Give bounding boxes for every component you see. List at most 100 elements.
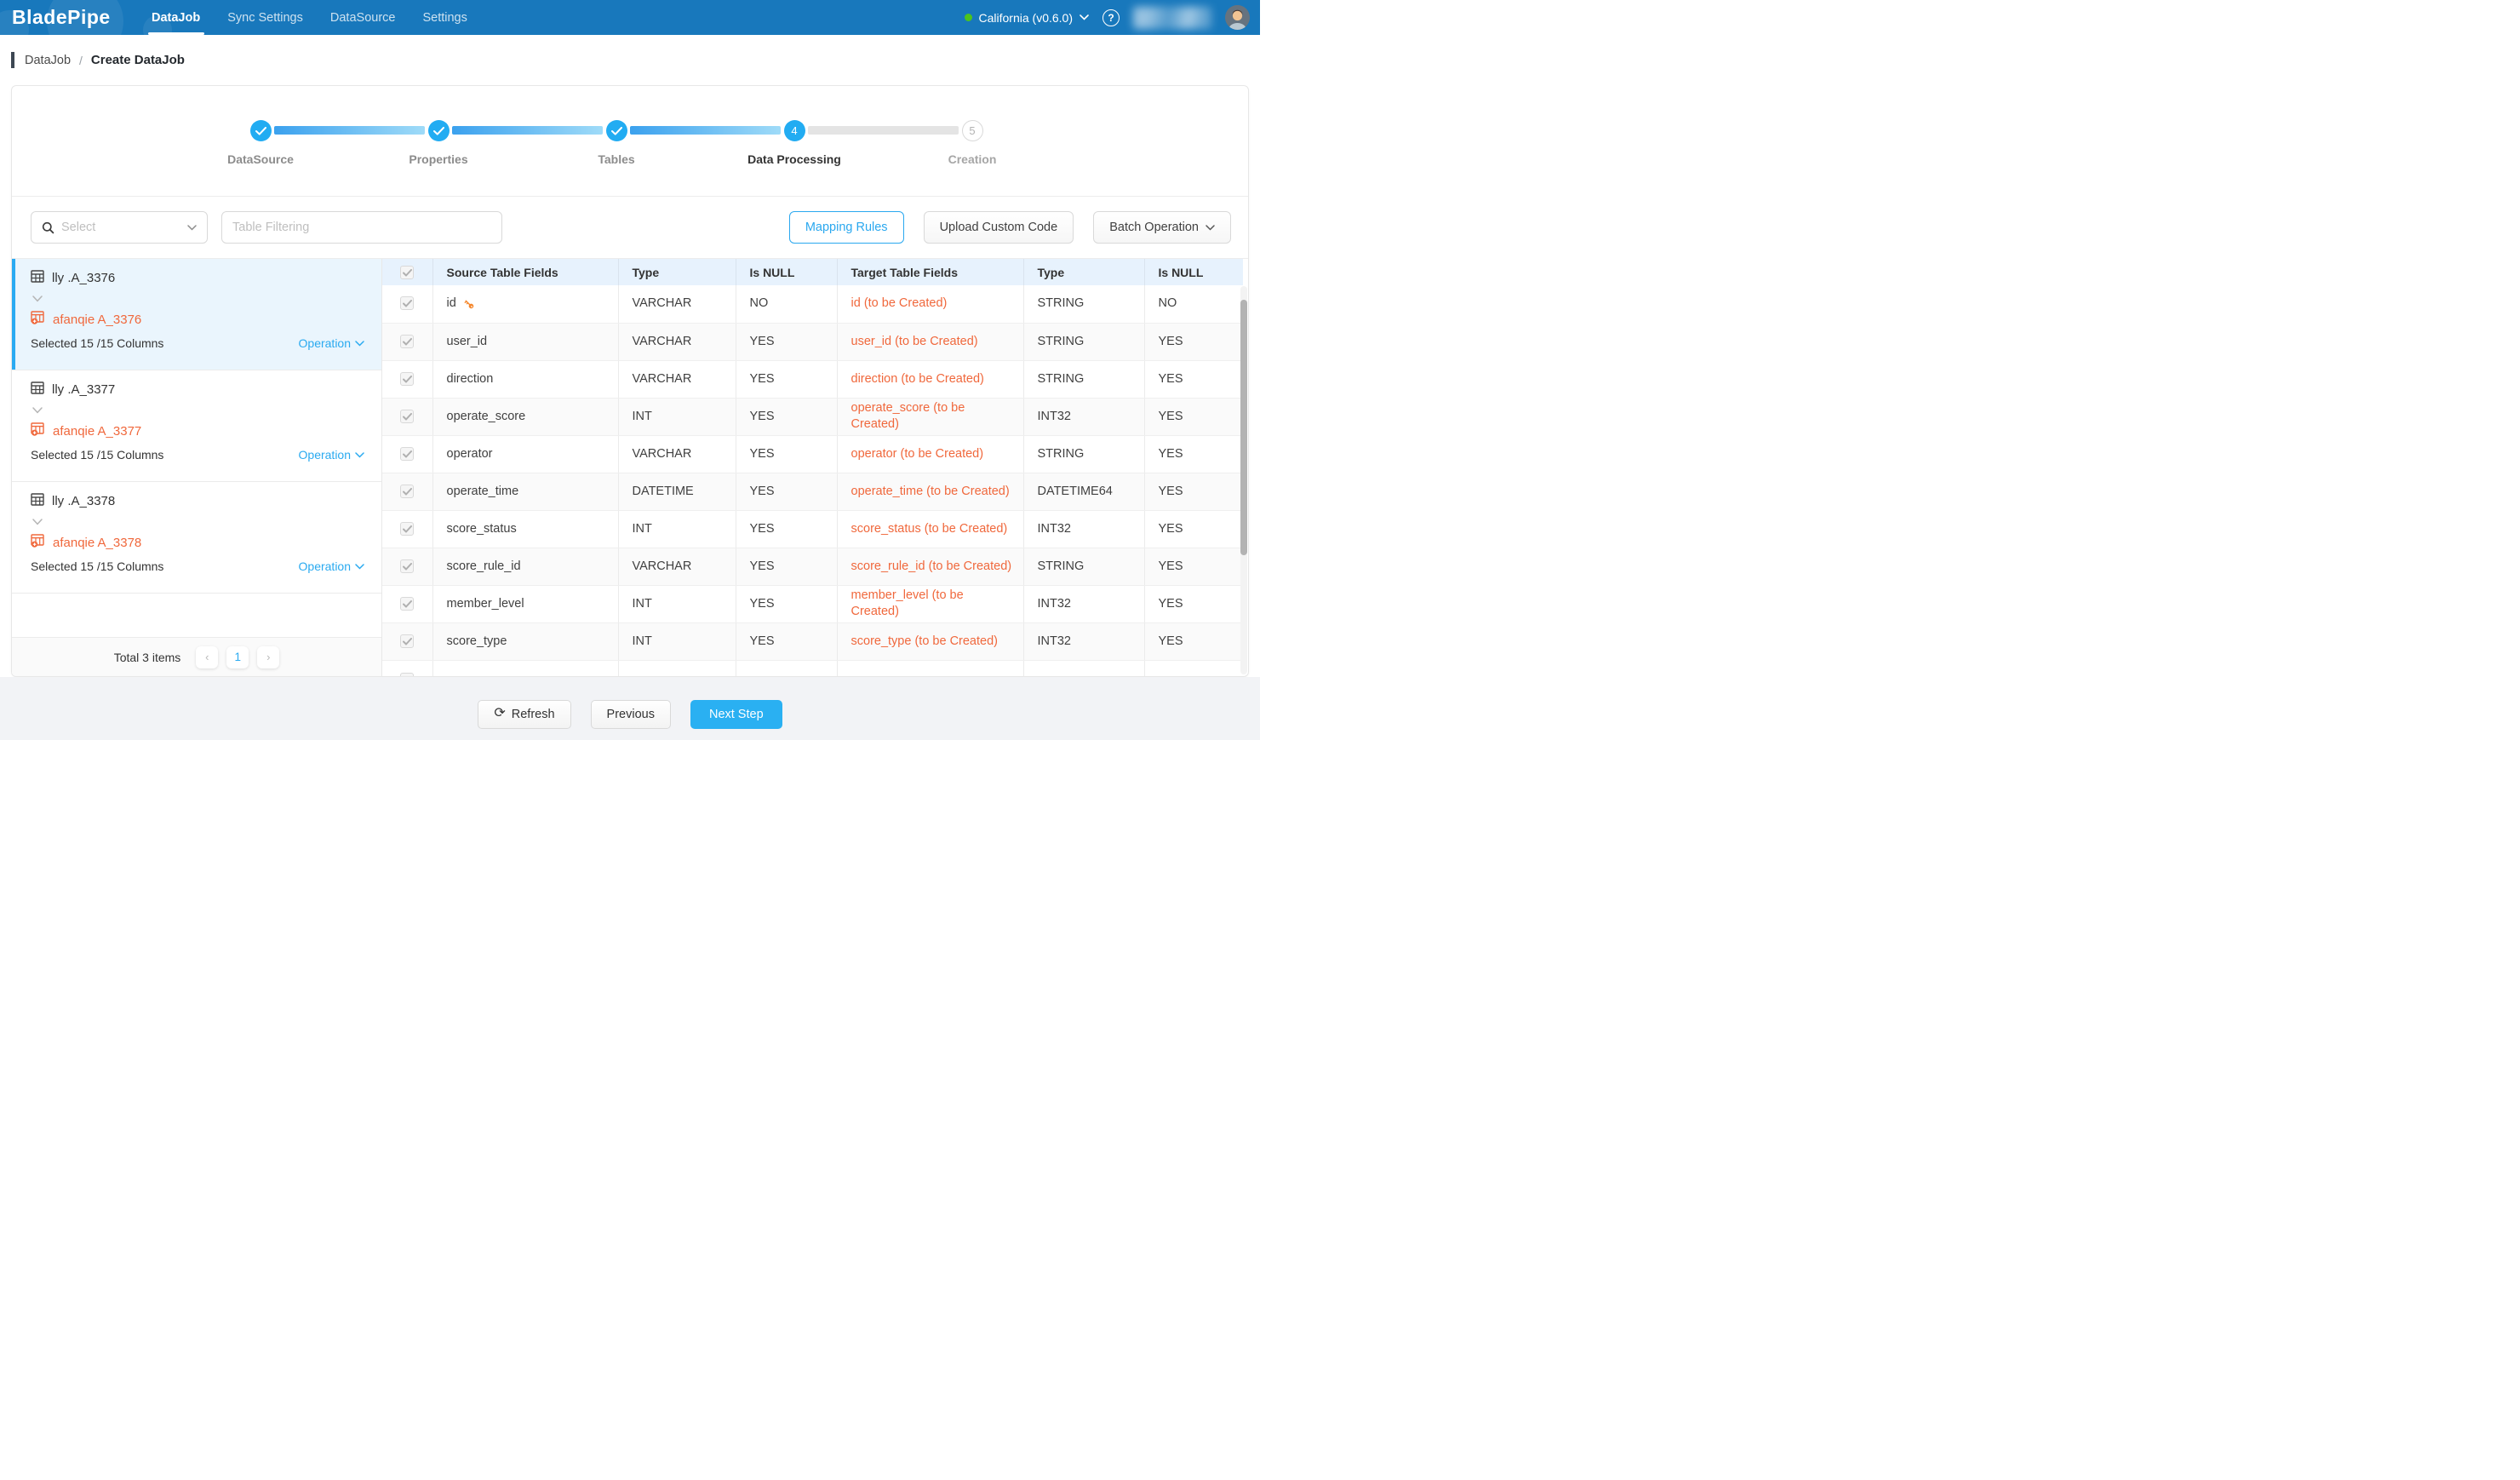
- select-dropdown[interactable]: Select: [31, 211, 208, 244]
- tab-sync-settings[interactable]: Sync Settings: [227, 0, 303, 35]
- mapping-direction: [32, 514, 364, 530]
- nav-tabs: DataJob Sync Settings DataSource Settings: [152, 0, 467, 35]
- row-checkbox[interactable]: [400, 673, 414, 677]
- avatar[interactable]: [1225, 5, 1250, 30]
- selected-columns-label: Selected 15 /15 Columns: [31, 559, 163, 573]
- row-checkbox[interactable]: [400, 372, 414, 386]
- source-field-cell: score_status: [432, 510, 618, 548]
- batch-operation-button[interactable]: Batch Operation: [1093, 211, 1231, 244]
- source-table-name: lly .A_3377: [52, 382, 115, 397]
- row-checkbox[interactable]: [400, 559, 414, 573]
- row-checkbox[interactable]: [400, 522, 414, 536]
- previous-button[interactable]: Previous: [591, 700, 671, 729]
- field-row-direction: directionVARCHARYESdirection (to be Crea…: [382, 360, 1243, 398]
- help-icon[interactable]: ?: [1102, 9, 1120, 26]
- row-checkbox[interactable]: [400, 485, 414, 498]
- select-all-checkbox[interactable]: [400, 266, 414, 279]
- source-is-null-cell: YES: [736, 548, 837, 585]
- source-type-cell: VARCHAR: [618, 360, 736, 398]
- username-blurred: [1133, 7, 1211, 29]
- target-table-create-icon: [31, 422, 45, 436]
- row-checkbox[interactable]: [400, 634, 414, 648]
- tab-datasource[interactable]: DataSource: [330, 0, 396, 35]
- table-filtering-input[interactable]: [221, 211, 502, 244]
- target-table-name: afanqie A_3378: [53, 536, 141, 550]
- breadcrumb-datajob[interactable]: DataJob: [25, 54, 71, 67]
- footer-actions: ⟳ Refresh Previous Next Step: [0, 677, 1260, 740]
- target-type-cell: DATETIME64: [1023, 473, 1144, 510]
- step-label-datasource: DataSource: [171, 152, 350, 166]
- toolbar: Select Mapping Rules Upload Custom Code …: [12, 197, 1248, 259]
- chevron-down-icon: [355, 564, 364, 570]
- target-is-null-cell: YES: [1144, 435, 1243, 473]
- source-field-cell: id: [432, 285, 618, 323]
- target-is-null-cell: YES: [1144, 323, 1243, 360]
- field-mapping-table-area: Source Table Fields Type Is NULL Target …: [382, 259, 1248, 676]
- chevron-down-icon: [1206, 225, 1215, 231]
- operation-dropdown[interactable]: Operation: [299, 559, 364, 573]
- row-checkbox[interactable]: [400, 410, 414, 423]
- target-field-cell: score_rule_id (to be Created): [837, 548, 1023, 585]
- next-step-button[interactable]: Next Step: [690, 700, 782, 729]
- field-row-score_status: score_statusINTYESscore_status (to be Cr…: [382, 510, 1243, 548]
- content-area: lly .A_3376afanqie A_3376Selected 15 /15…: [12, 259, 1248, 676]
- pagination-page-1[interactable]: 1: [226, 646, 249, 668]
- source-is-null-cell: NO: [736, 285, 837, 323]
- row-checkbox[interactable]: [400, 597, 414, 611]
- source-type-cell: DATETIME: [618, 473, 736, 510]
- source-is-null-cell: YES: [736, 510, 837, 548]
- tab-settings[interactable]: Settings: [422, 0, 467, 35]
- mapping-rules-button[interactable]: Mapping Rules: [789, 211, 904, 244]
- table-card-3377[interactable]: lly .A_3377afanqie A_3377 Selected 15 /15…: [12, 370, 381, 482]
- source-table-icon-wrap: [31, 381, 44, 398]
- status-dot: [965, 14, 972, 21]
- target-field-cell: score_status (to be Created): [837, 510, 1023, 548]
- step-label-properties: Properties: [349, 152, 528, 166]
- source-field-cell: member_level: [432, 585, 618, 622]
- step-circle-data-processing: 4: [784, 120, 805, 141]
- selected-columns-label: Selected 15 /15 Columns: [31, 448, 163, 462]
- table-scrollbar[interactable]: [1240, 286, 1247, 674]
- source-table-icon: [31, 493, 44, 506]
- checkbox-cell: [382, 548, 432, 585]
- table-card-3378[interactable]: lly .A_3378afanqie A_3378 Selected 15 /15…: [12, 482, 381, 594]
- field-row-score_type: score_typeINTYESscore_type (to be Create…: [382, 622, 1243, 660]
- pagination-prev-button[interactable]: ‹: [196, 646, 218, 668]
- target-type-cell: INT32: [1023, 510, 1144, 548]
- header-source-type: Type: [618, 259, 736, 285]
- pagination-next-button[interactable]: ›: [257, 646, 279, 668]
- target-table-name: afanqie A_3377: [53, 424, 141, 439]
- checkbox-cell: [382, 323, 432, 360]
- upload-custom-code-button[interactable]: Upload Custom Code: [924, 211, 1074, 244]
- batch-operation-label: Batch Operation: [1109, 221, 1199, 234]
- environment-selector[interactable]: California (v0.6.0): [965, 11, 1090, 25]
- source-table-name: lly .A_3378: [52, 494, 115, 508]
- row-checkbox[interactable]: [400, 335, 414, 348]
- chevron-down-icon: [355, 452, 364, 458]
- table-header-row: Source Table Fields Type Is NULL Target …: [382, 259, 1243, 285]
- operation-dropdown[interactable]: Operation: [299, 448, 364, 462]
- source-is-null-cell: YES: [736, 435, 837, 473]
- row-checkbox[interactable]: [400, 447, 414, 461]
- target-field-cell: score_type (to be Created): [837, 622, 1023, 660]
- checkbox-cell: [382, 622, 432, 660]
- source-field-name: operate_score: [447, 409, 526, 425]
- target-table-icon-wrap: [31, 534, 45, 551]
- source-table-icon: [31, 270, 44, 283]
- scrollbar-thumb[interactable]: [1240, 300, 1247, 555]
- refresh-button[interactable]: ⟳ Refresh: [478, 700, 570, 729]
- source-field-name: operator: [447, 446, 493, 462]
- operation-label: Operation: [299, 336, 351, 350]
- tab-datajob[interactable]: DataJob: [152, 0, 200, 35]
- operation-dropdown[interactable]: Operation: [299, 336, 364, 350]
- checkbox-cell: [382, 285, 432, 323]
- checkbox-cell: [382, 660, 432, 676]
- table-card-3376[interactable]: lly .A_3376afanqie A_3376Selected 15 /15…: [12, 259, 381, 370]
- chevron-down-icon: [32, 519, 43, 525]
- source-field-name: member_level: [447, 596, 524, 612]
- row-checkbox[interactable]: [400, 296, 414, 310]
- field-mapping-table: Source Table Fields Type Is NULL Target …: [382, 259, 1243, 676]
- source-field-cell: operate_time: [432, 473, 618, 510]
- target-type-cell: STRING: [1023, 285, 1144, 323]
- step-label-creation: Creation: [883, 152, 1062, 166]
